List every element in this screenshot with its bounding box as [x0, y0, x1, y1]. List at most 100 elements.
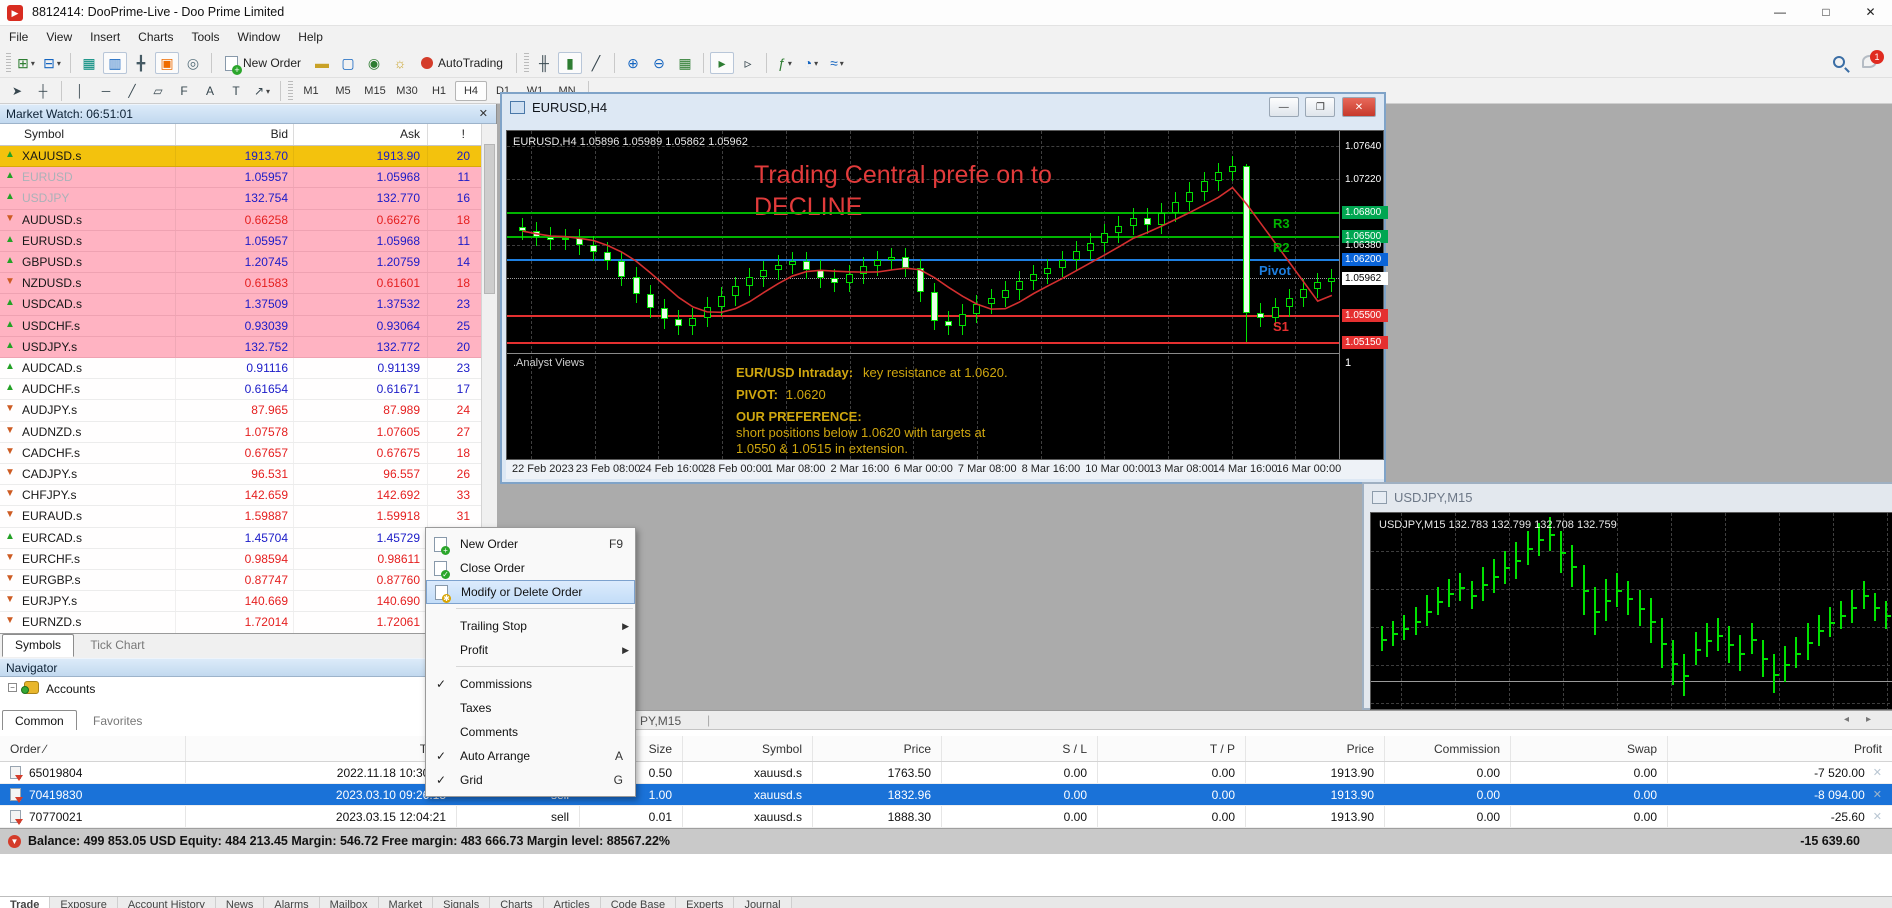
menu-item-commissions[interactable]: ✓Commissions — [426, 672, 635, 696]
cell[interactable]: -7 520.00✕ — [1667, 762, 1892, 783]
usdjpy-chart-area[interactable]: USDJPY,M15 132.783 132.799 132.708 132.7… — [1370, 512, 1892, 710]
signals-icon[interactable]: ◉ — [362, 52, 386, 74]
menu-item-grid[interactable]: ✓GridG — [426, 768, 635, 792]
timeframe-m15[interactable]: M15 — [359, 82, 391, 100]
trendline-icon[interactable]: ╱ — [120, 80, 144, 102]
market-watch-row[interactable]: ▼AUDUSD.s0.662580.6627618 — [0, 210, 481, 231]
market-watch-close-icon[interactable]: ✕ — [479, 107, 488, 120]
header-profit[interactable]: Profit — [1667, 736, 1892, 761]
horizontal-line-icon[interactable]: ─ — [94, 80, 118, 102]
toolbox-tab-charts[interactable]: Charts — [490, 897, 543, 908]
menu-item-modify-or-delete-order[interactable]: ✱Modify or Delete Order — [426, 580, 635, 604]
market-watch-row[interactable]: ▲EURUSD.s1.059571.0596811 — [0, 231, 481, 252]
fibonacci-icon[interactable]: F — [172, 80, 196, 102]
tree-expand-icon[interactable]: − — [8, 683, 17, 692]
eurusd-chart-area[interactable]: Trading Central prefe on toDECLINER3R2Pi… — [506, 130, 1384, 460]
close-position-icon[interactable]: ✕ — [1873, 766, 1882, 779]
column-spread[interactable]: ! — [462, 127, 465, 141]
toolbox-tab-articles[interactable]: Articles — [544, 897, 601, 908]
market-watch-row[interactable]: ▼EURCHF.s0.985940.98611 — [0, 549, 481, 570]
toolbox-tab-account-history[interactable]: Account History — [118, 897, 216, 908]
menu-charts[interactable]: Charts — [129, 26, 182, 48]
orders-table-header[interactable]: Order ∕TimeTypeSizeSymbolPriceS / LT / P… — [0, 736, 1892, 762]
scrollbar-thumb[interactable] — [484, 144, 495, 294]
menu-file[interactable]: File — [0, 26, 37, 48]
autotrading-button[interactable]: AutoTrading — [414, 52, 510, 74]
market-watch-row[interactable]: ▲USDJPY.s132.752132.77220 — [0, 337, 481, 358]
arrows-icon[interactable]: ↗▾ — [250, 80, 274, 102]
search-icon[interactable] — [1833, 56, 1845, 71]
tile-windows-icon[interactable]: ▦ — [673, 52, 697, 74]
usdjpy-window-titlebar[interactable]: USDJPY,M15 — [1364, 484, 1892, 510]
toolbox-tab-trade[interactable]: Trade — [0, 897, 50, 908]
menu-insert[interactable]: Insert — [81, 26, 129, 48]
templates-icon[interactable]: ≈▾ — [825, 52, 849, 74]
menu-item-auto-arrange[interactable]: ✓Auto ArrangeA — [426, 744, 635, 768]
notification-icon[interactable]: 1 — [1862, 55, 1877, 68]
order-row[interactable]: 707700212023.03.15 12:04:21sell0.01xauus… — [0, 806, 1892, 828]
header-price[interactable]: Price — [812, 736, 941, 761]
cell[interactable]: -25.60✕ — [1667, 806, 1892, 827]
column-ask[interactable]: Ask — [400, 127, 420, 141]
price-scale[interactable]: 1.076401.072201.068001.065001.063801.062… — [1340, 131, 1384, 459]
menu-item-new-order[interactable]: +New OrderF9 — [426, 532, 635, 556]
market-watch-header[interactable]: Market Watch: 06:51:01 ✕ — [0, 104, 496, 124]
market-watch-row[interactable]: ▲USDCAD.s1.375091.3753223 — [0, 294, 481, 315]
menu-item-close-order[interactable]: ✓Close Order — [426, 556, 635, 580]
timeframe-h1[interactable]: H1 — [423, 82, 455, 100]
close-position-icon[interactable]: ✕ — [1873, 810, 1882, 823]
channel-icon[interactable]: ▱ — [146, 80, 170, 102]
menu-window[interactable]: Window — [229, 26, 290, 48]
toolbox-tab-alarms[interactable]: Alarms — [264, 897, 319, 908]
dropdown-caret-icon[interactable]: ▾ — [57, 59, 61, 68]
market-watch-row[interactable]: ▲AUDCAD.s0.911160.9113923 — [0, 358, 481, 379]
close-button[interactable]: ✕ — [1849, 0, 1892, 26]
tab-scroll-left-icon[interactable]: ◂ — [1844, 714, 1849, 725]
menu-item-taxes[interactable]: Taxes — [426, 696, 635, 720]
maximize-button[interactable]: □ — [1803, 0, 1849, 26]
header-swap[interactable]: Swap — [1510, 736, 1667, 761]
toolbox-tab-mailbox[interactable]: Mailbox — [320, 897, 379, 908]
market-watch-row[interactable]: ▼CADJPY.s96.53196.55726 — [0, 464, 481, 485]
periods-icon[interactable]: ◔▾ — [799, 52, 823, 74]
eurusd-window-titlebar[interactable]: EURUSD,H4 — ❐ ✕ — [502, 94, 1384, 120]
column-symbol[interactable]: Symbol — [24, 127, 64, 141]
market-watch-row[interactable]: ▼AUDNZD.s1.075781.0760527 — [0, 422, 481, 443]
dropdown-caret-icon[interactable]: ▾ — [814, 59, 818, 68]
dropdown-caret-icon[interactable]: ▾ — [788, 59, 792, 68]
line-chart-icon[interactable]: ╱ — [584, 52, 608, 74]
timeframe-m30[interactable]: M30 — [391, 82, 423, 100]
chart-restore-button[interactable]: ❐ — [1305, 97, 1335, 117]
market-watch-icon[interactable]: ▦ — [77, 52, 101, 74]
market-watch-row[interactable]: ▼AUDJPY.s87.96587.98924 — [0, 400, 481, 421]
toolbox-tab-experts[interactable]: Experts — [676, 897, 734, 908]
menu-tools[interactable]: Tools — [183, 26, 229, 48]
new-chart-icon[interactable]: ⊞▾ — [14, 52, 38, 74]
zoom-in-icon[interactable]: ⊕ — [621, 52, 645, 74]
header-s-l[interactable]: S / L — [941, 736, 1097, 761]
toolbar-drag-handle[interactable] — [6, 53, 11, 73]
indicators-icon[interactable]: ƒ▾ — [773, 52, 797, 74]
timeframe-h4[interactable]: H4 — [455, 81, 487, 101]
order-row[interactable]: 704198302023.03.10 09:26:15sell1.00xauus… — [0, 784, 1892, 806]
auto-scroll-icon[interactable]: ▸ — [710, 52, 734, 74]
header-symbol[interactable]: Symbol — [682, 736, 812, 761]
cell[interactable]: -8 094.00✕ — [1667, 784, 1892, 805]
market-watch-row[interactable]: ▼CADCHF.s0.676570.6767518 — [0, 443, 481, 464]
market-watch-row[interactable]: ▼EURGBP.s0.877470.87760 — [0, 570, 481, 591]
text-label-icon[interactable]: T — [224, 80, 248, 102]
new-order-button[interactable]: +New Order — [218, 52, 308, 74]
toolbox-tab-signals[interactable]: Signals — [433, 897, 490, 908]
metaeditor-icon[interactable]: ▢ — [336, 52, 360, 74]
header-commission[interactable]: Commission — [1384, 736, 1510, 761]
market-watch-row[interactable]: ▲EURUSD1.059571.0596811 — [0, 167, 481, 188]
market-watch-row[interactable]: ▼EURNZD.s1.720141.72061 — [0, 612, 481, 633]
tab-scroll-right-icon[interactable]: ▸ — [1866, 714, 1871, 725]
cursor-icon[interactable]: ➤ — [5, 80, 29, 102]
menu-item-profit[interactable]: Profit▶ — [426, 638, 635, 662]
text-icon[interactable]: A — [198, 80, 222, 102]
header-order-[interactable]: Order ∕ — [0, 736, 185, 761]
navigator-header[interactable]: Navigator — [0, 658, 496, 677]
market-watch-row[interactable]: ▲GBPUSD.s1.207451.2075914 — [0, 252, 481, 273]
eurusd-time-axis[interactable]: 22 Feb 202323 Feb 08:0024 Feb 16:0028 Fe… — [506, 460, 1384, 479]
